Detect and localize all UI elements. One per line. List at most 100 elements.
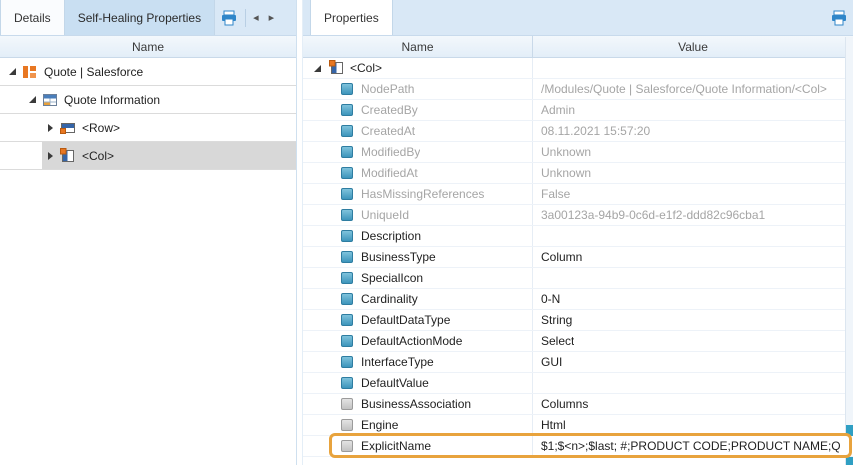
property-row[interactable]: ModifiedBy Unknown (303, 142, 853, 163)
tab-self-healing-properties[interactable]: Self-Healing Properties (65, 0, 215, 35)
property-row[interactable]: BusinessAssociation Columns (303, 394, 853, 415)
property-row[interactable]: NodePath /Modules/Quote | Salesforce/Quo… (303, 79, 853, 100)
property-square-icon (341, 83, 353, 95)
property-square-icon (341, 398, 353, 410)
property-value-cell[interactable]: Columns (533, 394, 853, 414)
property-name-cell: ExplicitName (303, 436, 533, 456)
property-value: Unknown (541, 166, 591, 180)
property-value-cell[interactable]: 3a00123a-94b9-0c6d-e1f2-ddd82c96cba1 (533, 205, 853, 225)
property-value-cell[interactable] (533, 373, 853, 393)
tab-scroll-left-button[interactable]: ◂ (248, 0, 264, 35)
property-value-cell[interactable]: /Modules/Quote | Salesforce/Quote Inform… (533, 79, 853, 99)
property-value: Select (541, 334, 574, 348)
expander-icon[interactable] (6, 66, 18, 78)
property-name: Engine (361, 418, 398, 432)
root-value-cell[interactable] (533, 58, 853, 78)
property-row[interactable]: Description (303, 226, 853, 247)
property-row[interactable]: SpecialIcon (303, 268, 853, 289)
property-value-cell[interactable]: 0-N (533, 289, 853, 309)
property-row[interactable]: HasMissingReferences False (303, 184, 853, 205)
property-value-cell[interactable]: Admin (533, 100, 853, 120)
property-row[interactable]: ExplicitName $1;$<n>;$last; #;PRODUCT CO… (303, 436, 853, 457)
property-row[interactable]: CreatedBy Admin (303, 100, 853, 121)
tree-item[interactable]: Quote Information (0, 86, 296, 114)
open-in-window-button[interactable] (215, 0, 243, 35)
property-value-cell[interactable]: Column (533, 247, 853, 267)
column-icon (60, 148, 76, 164)
property-value: $1;$<n>;$last; #;PRODUCT CODE;PRODUCT NA… (541, 439, 841, 453)
property-value: False (541, 187, 570, 201)
property-row[interactable]: UniqueId 3a00123a-94b9-0c6d-e1f2-ddd82c9… (303, 205, 853, 226)
property-row[interactable]: ModifiedAt Unknown (303, 163, 853, 184)
property-value-cell[interactable]: Unknown (533, 142, 853, 162)
expander-icon[interactable] (311, 62, 323, 74)
property-name-cell: DefaultValue (303, 373, 533, 393)
tree-item-label: <Col> (82, 149, 114, 163)
property-name: ModifiedBy (361, 145, 420, 159)
column-header-name[interactable]: Name (303, 36, 533, 57)
property-name: DefaultActionMode (361, 334, 462, 348)
table-icon (42, 92, 58, 108)
node-icon (60, 120, 76, 136)
property-name-cell: BusinessType (303, 247, 533, 267)
column-header-name[interactable]: Name (0, 36, 296, 57)
property-name: CreatedAt (361, 124, 415, 138)
print-button[interactable] (825, 0, 853, 35)
vertical-scrollbar[interactable] (845, 37, 853, 465)
expander-icon[interactable] (26, 94, 38, 106)
property-square-icon (341, 146, 353, 158)
property-name: UniqueId (361, 208, 409, 222)
tab-properties[interactable]: Properties (310, 0, 393, 35)
property-row[interactable]: Engine Html (303, 415, 853, 436)
property-name: DefaultValue (361, 376, 429, 390)
property-row[interactable]: DefaultDataType String (303, 310, 853, 331)
property-square-icon (341, 272, 353, 284)
property-value: /Modules/Quote | Salesforce/Quote Inform… (541, 82, 827, 96)
tab-details[interactable]: Details (0, 0, 65, 35)
property-row[interactable]: CreatedAt 08.11.2021 15:57:20 (303, 121, 853, 142)
property-name: NodePath (361, 82, 414, 96)
property-row[interactable]: InterfaceType GUI (303, 352, 853, 373)
tree-item-label: Quote Information (64, 93, 160, 107)
root-name-cell: <Col> (303, 58, 533, 78)
expander-icon[interactable] (44, 150, 56, 162)
property-value: GUI (541, 355, 562, 369)
property-value-cell[interactable]: Select (533, 331, 853, 351)
tab-scroll-right-button[interactable]: ▸ (264, 0, 280, 35)
property-root-row[interactable]: <Col> (303, 58, 853, 79)
property-value-cell[interactable]: Html (533, 415, 853, 435)
property-name-cell: InterfaceType (303, 352, 533, 372)
property-value-cell[interactable] (533, 268, 853, 288)
property-name: ModifiedAt (361, 166, 418, 180)
tree-item[interactable]: <Row> (0, 114, 296, 142)
property-square-icon (341, 251, 353, 263)
node-icon (329, 60, 345, 76)
property-square-icon (341, 377, 353, 389)
property-square-icon (341, 209, 353, 221)
property-value-cell[interactable]: False (533, 184, 853, 204)
column-header-value[interactable]: Value (533, 36, 853, 57)
property-name-cell: DefaultDataType (303, 310, 533, 330)
property-value-cell[interactable]: $1;$<n>;$last; #;PRODUCT CODE;PRODUCT NA… (533, 436, 853, 456)
property-value-cell[interactable]: String (533, 310, 853, 330)
property-square-icon (341, 356, 353, 368)
property-value-cell[interactable]: Unknown (533, 163, 853, 183)
properties-grid-header: Name Value (303, 36, 853, 58)
tree-item[interactable]: <Col> (0, 142, 296, 170)
property-name: CreatedBy (361, 103, 418, 117)
property-name: DefaultDataType (361, 313, 450, 327)
property-row[interactable]: DefaultValue (303, 373, 853, 394)
property-name-cell: DefaultActionMode (303, 331, 533, 351)
property-row[interactable]: Cardinality 0-N (303, 289, 853, 310)
property-value-cell[interactable] (533, 226, 853, 246)
property-row[interactable]: BusinessType Column (303, 247, 853, 268)
right-tabstrip: Properties (303, 0, 853, 36)
tree-item[interactable]: Quote | Salesforce (0, 58, 296, 86)
expander-icon[interactable] (44, 122, 56, 134)
property-name: Description (361, 229, 421, 243)
property-row[interactable]: DefaultActionMode Select (303, 331, 853, 352)
property-value-cell[interactable]: GUI (533, 352, 853, 372)
property-value: 0-N (541, 292, 560, 306)
property-square-icon (341, 440, 353, 452)
property-value-cell[interactable]: 08.11.2021 15:57:20 (533, 121, 853, 141)
